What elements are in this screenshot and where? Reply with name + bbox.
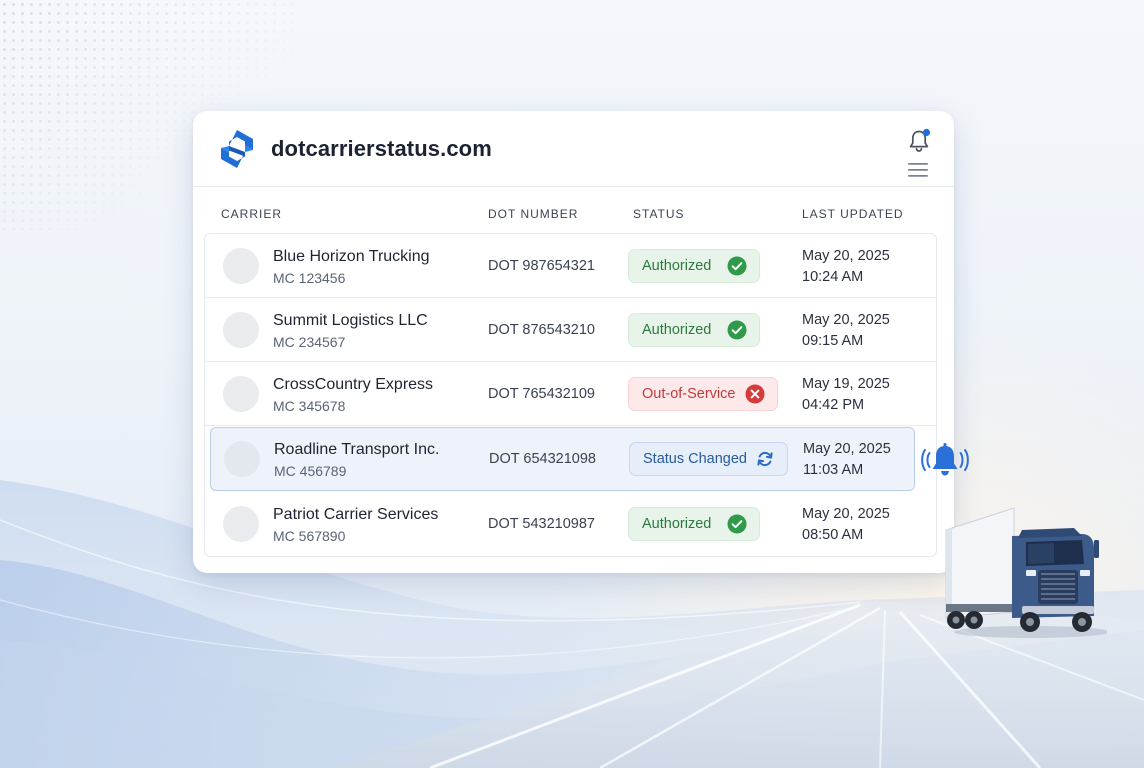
status-badge[interactable]: Out-of-Service (628, 377, 779, 411)
status-badge[interactable]: Authorized (628, 507, 761, 541)
table-row[interactable]: CrossCountry Express MC 345678 DOT 76543… (205, 362, 936, 426)
status-label: Status Changed (643, 451, 747, 467)
last-updated-date: May 20, 2025 (802, 312, 890, 328)
status-badge[interactable]: Authorized (628, 249, 761, 283)
carrier-name: Blue Horizon Trucking (273, 248, 430, 265)
last-updated-date: May 20, 2025 (802, 506, 890, 522)
notification-bell-icon[interactable] (906, 128, 932, 154)
table-row[interactable]: Summit Logistics LLC MC 234567 DOT 87654… (205, 298, 936, 362)
carrier-mc-number: MC 567890 (273, 528, 346, 544)
dot-number: DOT 765432109 (488, 386, 595, 402)
column-header-dot-number[interactable]: DOT NUMBER (488, 207, 578, 221)
dot-number: DOT 543210987 (488, 516, 595, 532)
status-label: Out-of-Service (642, 386, 736, 402)
last-updated-time: 10:24 AM (802, 269, 864, 285)
carrier-mc-number: MC 123456 (273, 270, 346, 286)
check-circle-icon (727, 256, 747, 276)
brand-logo-icon (221, 130, 253, 168)
last-updated-time: 09:15 AM (802, 333, 864, 349)
hamburger-menu-icon[interactable] (907, 162, 929, 178)
table-row-highlighted[interactable]: Roadline Transport Inc. MC 456789 DOT 65… (210, 427, 915, 491)
avatar (223, 376, 259, 412)
status-badge[interactable]: Status Changed (629, 442, 788, 476)
column-header-status[interactable]: STATUS (633, 207, 685, 221)
last-updated-time: 08:50 AM (802, 527, 864, 543)
carrier-mc-number: MC 234567 (273, 334, 346, 350)
status-label: Authorized (642, 516, 712, 532)
carrier-mc-number: MC 456789 (274, 463, 347, 479)
dot-number: DOT 654321098 (489, 451, 596, 467)
refresh-icon (757, 451, 773, 467)
table-row[interactable]: Blue Horizon Trucking MC 123456 DOT 9876… (205, 234, 936, 298)
carrier-name: Patriot Carrier Services (273, 506, 439, 523)
avatar (223, 248, 259, 284)
last-updated-date: May 20, 2025 (803, 441, 891, 457)
avatar (224, 441, 260, 477)
status-label: Authorized (642, 322, 712, 338)
dot-number: DOT 987654321 (488, 258, 595, 274)
last-updated-time: 04:42 PM (802, 397, 865, 413)
truck-illustration (945, 507, 1107, 638)
last-updated-date: May 19, 2025 (802, 376, 890, 392)
column-header-last-updated[interactable]: LAST UPDATED (802, 207, 904, 221)
last-updated-date: May 20, 2025 (802, 248, 890, 264)
avatar (223, 506, 259, 542)
carrier-name: Summit Logistics LLC (273, 312, 428, 329)
check-circle-icon (727, 320, 747, 340)
panel-header: dotcarrierstatus.com (193, 111, 954, 187)
carrier-status-panel: dotcarrierstatus.com CARRIER DOT NUMBER … (193, 111, 954, 573)
avatar (223, 312, 259, 348)
carrier-mc-number: MC 345678 (273, 398, 346, 414)
carrier-name: CrossCountry Express (273, 376, 434, 393)
last-updated-time: 11:03 AM (803, 462, 864, 478)
status-badge[interactable]: Authorized (628, 313, 761, 347)
check-circle-icon (727, 514, 747, 534)
table-row[interactable]: Patriot Carrier Services MC 567890 DOT 5… (205, 492, 936, 556)
ringing-bell-icon (921, 443, 969, 476)
carrier-table: Blue Horizon Trucking MC 123456 DOT 9876… (204, 233, 937, 557)
x-circle-icon (745, 384, 765, 404)
carrier-name: Roadline Transport Inc. (274, 441, 440, 458)
column-header-carrier[interactable]: CARRIER (221, 207, 282, 221)
brand-name: dotcarrierstatus.com (271, 136, 492, 161)
status-label: Authorized (642, 258, 712, 274)
dot-number: DOT 876543210 (488, 322, 595, 338)
